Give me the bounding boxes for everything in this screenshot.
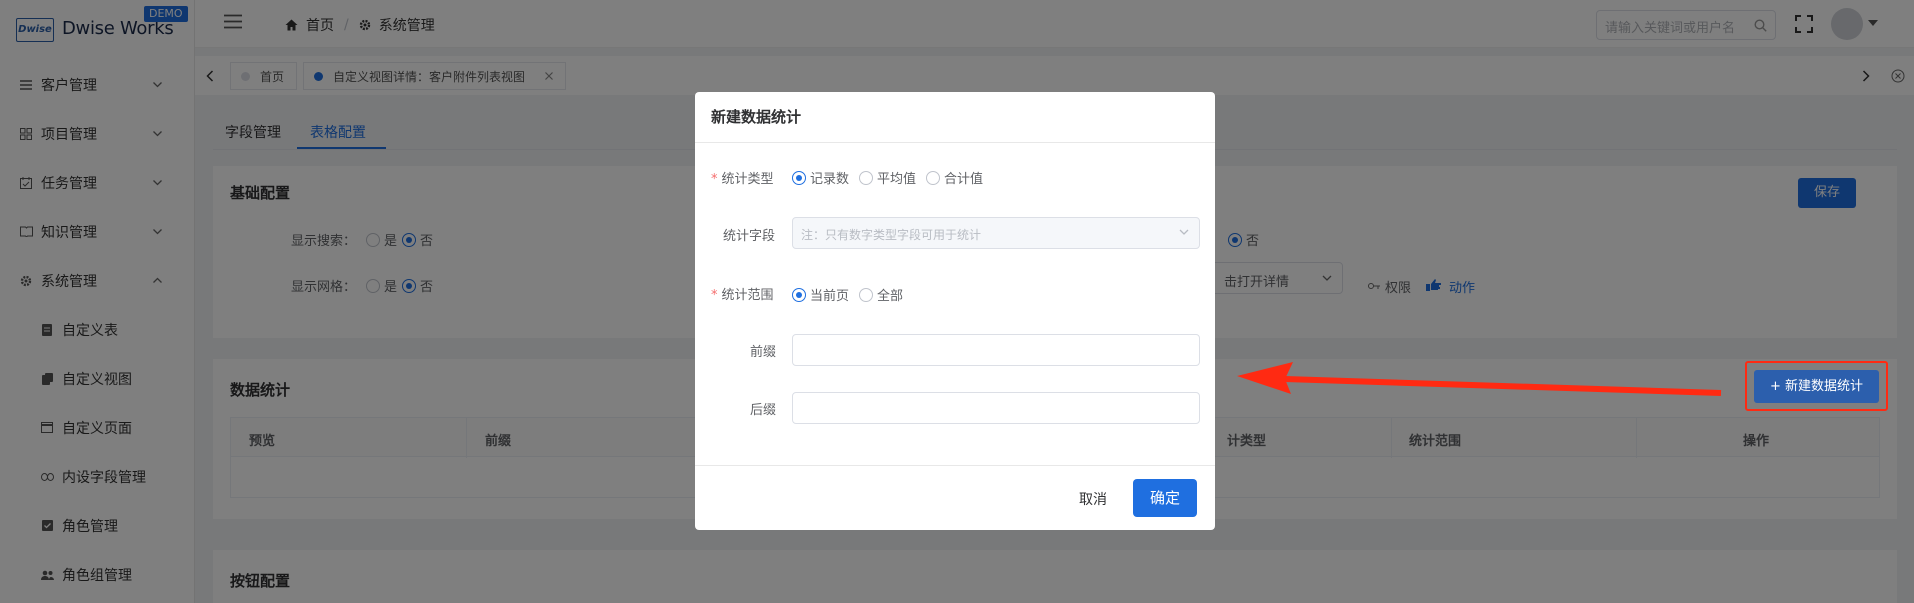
type-label: * 统计类型 — [711, 172, 774, 187]
cancel-button[interactable]: 取消 — [1079, 489, 1107, 509]
scope-option-all[interactable]: 全部 — [859, 285, 903, 304]
type-radio-group: 记录数 平均值 合计值 — [792, 168, 993, 187]
radio-icon — [859, 287, 874, 302]
prefix-input[interactable] — [792, 334, 1200, 366]
annotation-arrow-icon — [1237, 362, 1722, 396]
prefix-label: 前缀 — [750, 345, 777, 360]
annotation-highlight-box — [1745, 361, 1888, 411]
scope-option-current-page[interactable]: 当前页 — [792, 285, 849, 304]
new-stat-dialog: 新建数据统计 * 统计类型 记录数 平均值 合计值 统计字段 注：只有数字类型字段… — [695, 92, 1215, 530]
dialog-header-divider — [695, 142, 1215, 143]
dialog-footer-divider — [695, 465, 1215, 466]
confirm-button[interactable]: 确定 — [1133, 479, 1197, 517]
radio-icon — [792, 287, 806, 302]
radio-icon — [859, 170, 874, 185]
field-label: 统计字段 — [723, 229, 776, 244]
type-option-average[interactable]: 平均值 — [859, 168, 916, 187]
radio-icon — [792, 170, 806, 185]
suffix-input[interactable] — [792, 392, 1200, 424]
field-select[interactable]: 注：只有数字类型字段可用于统计 — [792, 217, 1200, 249]
radio-icon — [926, 170, 941, 185]
type-option-count[interactable]: 记录数 — [792, 168, 849, 187]
chevron-down-icon — [1179, 229, 1189, 235]
field-select-placeholder: 注：只有数字类型字段可用于统计 — [801, 228, 982, 242]
scope-label: * 统计范围 — [711, 288, 774, 303]
type-option-sum[interactable]: 合计值 — [926, 168, 983, 187]
suffix-label: 后缀 — [750, 403, 777, 418]
dialog-title: 新建数据统计 — [711, 108, 802, 126]
scope-radio-group: 当前页 全部 — [792, 285, 913, 304]
